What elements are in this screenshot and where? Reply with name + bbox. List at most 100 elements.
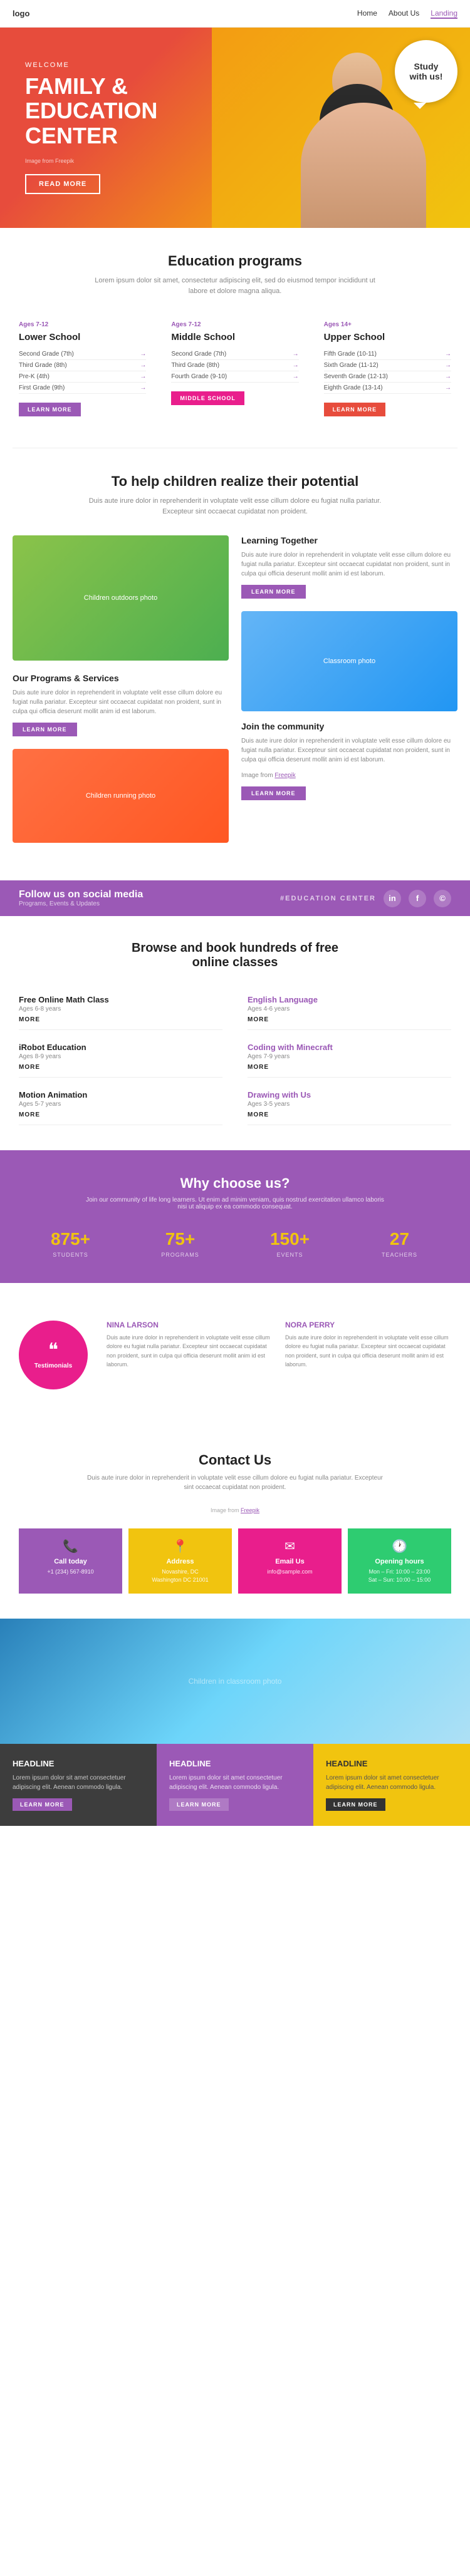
class-math: Free Online Math Class Ages 6-8 years MO… (19, 989, 222, 1030)
lower-grades: Second Grade (7th)→ Third Grade (8th)→ P… (19, 349, 146, 394)
footer-card-2-btn[interactable]: LEARN MORE (169, 1798, 229, 1811)
navigation: logo Home About Us Landing (0, 0, 470, 28)
potential-section: To help children realize their potential… (0, 448, 470, 880)
email-title: Email Us (246, 1558, 334, 1565)
call-number: +1 (234) 567-8910 (26, 1568, 115, 1576)
upper-title: Upper School (324, 332, 451, 343)
hero-content: WELCOME FAMILY &EDUCATIONCENTER Image fr… (0, 43, 182, 214)
social-title: Follow us on social media (19, 889, 143, 900)
hero-cta-button[interactable]: READ MORE (25, 174, 100, 194)
middle-age: Ages 7-12 (171, 321, 298, 328)
testimonials-wrap: ❝ Testimonials NINA LARSON Duis aute iru… (19, 1308, 451, 1402)
grade-item: Eighth Grade (13-14)→ (324, 383, 451, 394)
class-minecraft-title: Coding with Minecraft (248, 1043, 451, 1052)
upper-learn-btn[interactable]: LEARN MORE (324, 403, 386, 416)
stat-teachers-label: TEACHERS (348, 1252, 451, 1258)
hero-section: WELCOME FAMILY &EDUCATIONCENTER Image fr… (0, 28, 470, 228)
browse-section: Browse and book hundreds of freeonline c… (0, 916, 470, 1150)
class-minecraft-age: Ages 7-9 years (248, 1053, 451, 1060)
social-facebook-icon[interactable]: f (409, 890, 426, 907)
class-drawing-more[interactable]: MORE (248, 1111, 451, 1118)
middle-learn-btn[interactable]: MIDDLE SCHOOL (171, 391, 244, 405)
quote-mark-icon: ❝ (48, 1341, 58, 1360)
potential-right: Learning Together Duis aute irure dolor … (241, 535, 457, 855)
stat-teachers-num: 27 (348, 1229, 451, 1249)
stat-events-num: 150+ (238, 1229, 342, 1249)
community-block: Join the community Duis aute irure dolor… (241, 721, 457, 800)
contact-section: Contact Us Duis aute irure dolor in repr… (0, 1427, 470, 1619)
class-irobot-title: iRobot Education (19, 1043, 222, 1052)
nav-landing[interactable]: Landing (431, 9, 457, 19)
contact-credit-link[interactable]: Freepik (241, 1507, 259, 1513)
address-info: Novashire, DCWashington DC 21001 (136, 1568, 224, 1584)
class-english-title: English Language (248, 995, 451, 1004)
class-animation-title: Motion Animation (19, 1090, 222, 1100)
nav-links: Home About Us Landing (357, 9, 457, 19)
programs-services-block: Our Programs & Services Duis aute irure … (13, 673, 229, 736)
nav-logo: logo (13, 9, 29, 18)
class-english-age: Ages 4-6 years (248, 1006, 451, 1012)
class-math-age: Ages 6-8 years (19, 1006, 222, 1012)
email-address: info@sample.com (246, 1568, 334, 1576)
class-drawing-title: Drawing with Us (248, 1090, 451, 1100)
why-subtitle: Join our community of life long learners… (85, 1197, 385, 1210)
social-bar: Follow us on social media Programs, Even… (0, 880, 470, 916)
class-english-more[interactable]: MORE (248, 1016, 451, 1023)
contact-boxes: 📞 Call today +1 (234) 567-8910 📍 Address… (19, 1528, 451, 1594)
upper-grades: Fifth Grade (10-11)→ Sixth Grade (11-12)… (324, 349, 451, 394)
programs-services-btn[interactable]: LEARN MORE (13, 723, 77, 736)
programs-services-text: Duis aute irure dolor in reprehenderit i… (13, 688, 229, 716)
hours-info: Mon – Fri: 10:00 – 23:00Sat – Sun: 10:00… (355, 1568, 444, 1584)
class-math-more[interactable]: MORE (19, 1016, 222, 1023)
nav-about[interactable]: About Us (389, 9, 419, 19)
stat-events-label: EVENTS (238, 1252, 342, 1258)
learning-together-block: Learning Together Duis aute irure dolor … (241, 535, 457, 599)
community-text: Duis aute irure dolor in reprehenderit i… (241, 736, 457, 765)
grade-item: Fifth Grade (10-11)→ (324, 349, 451, 360)
testimonial-nora: NORA PERRY Duis aute irure dolor in repr… (285, 1321, 451, 1369)
social-linkedin-icon[interactable]: in (384, 890, 401, 907)
potential-title: To help children realize their potential (13, 473, 457, 490)
address-title: Address (136, 1558, 224, 1565)
footer-card-2-title: HEADLINE (169, 1759, 301, 1768)
hero-welcome: WELCOME (25, 61, 157, 69)
social-left: Follow us on social media Programs, Even… (19, 889, 143, 907)
nina-text: Duis aute irure dolor in reprehenderit i… (107, 1333, 273, 1369)
class-animation-more[interactable]: MORE (19, 1111, 222, 1118)
footer-card-2-text: Lorem ipsum dolor sit amet consectetuer … (169, 1773, 301, 1792)
contact-photo-inner: Children in classroom photo (0, 1619, 470, 1744)
nora-text: Duis aute irure dolor in reprehenderit i… (285, 1333, 451, 1369)
footer-cards: HEADLINE Lorem ipsum dolor sit amet cons… (0, 1744, 470, 1826)
program-lower: Ages 7-12 Lower School Second Grade (7th… (13, 315, 152, 423)
lower-learn-btn[interactable]: LEARN MORE (19, 403, 81, 416)
grade-item: Third Grade (8th)→ (19, 360, 146, 371)
potential-img-classroom: Classroom photo (241, 611, 457, 711)
testimonials-section: ❝ Testimonials NINA LARSON Duis aute iru… (0, 1283, 470, 1427)
class-minecraft-more[interactable]: MORE (248, 1064, 451, 1071)
class-animation: Motion Animation Ages 5-7 years MORE (19, 1084, 222, 1125)
education-title: Education programs (13, 253, 457, 269)
phone-icon: 📞 (26, 1538, 115, 1554)
learning-together-btn[interactable]: LEARN MORE (241, 585, 306, 599)
programs-services-title: Our Programs & Services (13, 673, 229, 683)
lower-age: Ages 7-12 (19, 321, 146, 328)
contact-call: 📞 Call today +1 (234) 567-8910 (19, 1528, 122, 1594)
class-animation-age: Ages 5-7 years (19, 1101, 222, 1108)
nav-home[interactable]: Home (357, 9, 377, 19)
social-instagram-icon[interactable]: © (434, 890, 451, 907)
footer-card-3-btn[interactable]: LEARN MORE (326, 1798, 385, 1811)
stat-students-label: STUDENTS (19, 1252, 122, 1258)
nina-name: NINA LARSON (107, 1321, 273, 1329)
class-irobot-more[interactable]: MORE (19, 1064, 222, 1071)
community-btn[interactable]: LEARN MORE (241, 786, 306, 800)
grade-item: First Grade (9th)→ (19, 383, 146, 394)
potential-left: Children outdoors photo Our Programs & S… (13, 535, 229, 855)
grade-item: Fourth Grade (9-10)→ (171, 371, 298, 383)
footer-card-3-text: Lorem ipsum dolor sit amet consectetuer … (326, 1773, 457, 1792)
footer-card-1-btn[interactable]: LEARN MORE (13, 1798, 72, 1811)
testimonials-badge: ❝ Testimonials (19, 1321, 88, 1389)
stat-events: 150+ EVENTS (238, 1229, 342, 1258)
learning-together-title: Learning Together (241, 535, 457, 545)
contact-title: Contact Us (19, 1452, 451, 1468)
grade-item: Third Grade (8th)→ (171, 360, 298, 371)
